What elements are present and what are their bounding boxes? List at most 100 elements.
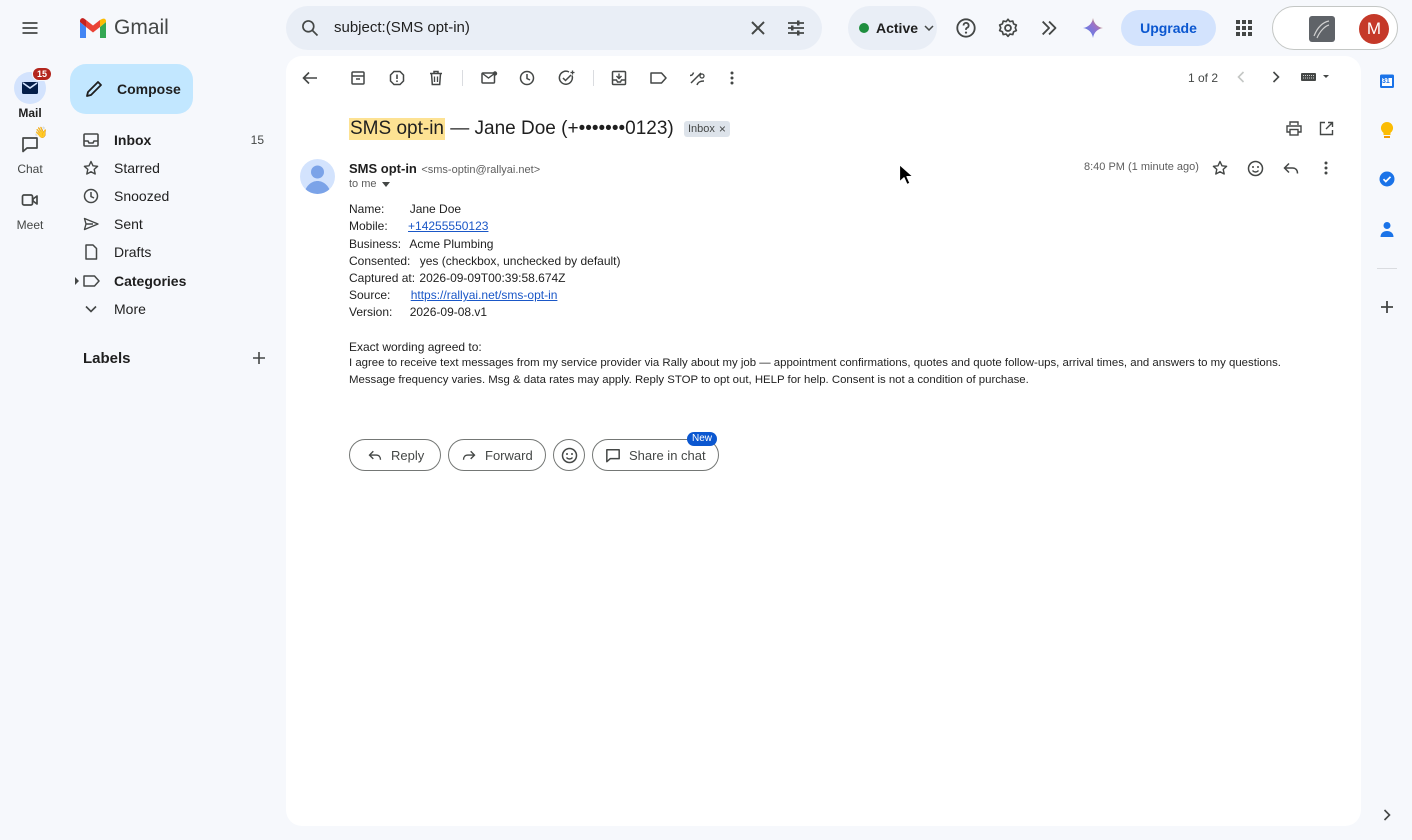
avatar[interactable]: M [1359,14,1389,44]
wave-emoji-icon: 👋 [34,127,48,139]
contacts-person-icon[interactable] [1376,218,1398,240]
pager-text: 1 of 2 [1188,71,1219,85]
filter-messages-icon[interactable] [687,68,707,88]
sidebar-item-drafts[interactable]: Drafts [70,238,280,266]
sidebar-item-starred[interactable]: Starred [70,154,280,182]
email-timestamp: 8:40 PM (1 minute ago) [1084,161,1199,173]
field-label: Captured at: [349,271,416,285]
mail-badge: 15 [32,67,53,81]
send-icon [83,217,99,231]
settings-gear-icon[interactable] [994,14,1022,42]
show-side-panel-chevron-icon[interactable] [1378,806,1396,824]
rail-chat[interactable]: 👋 Chat [0,127,60,176]
clear-search-icon[interactable] [746,16,770,40]
status-button[interactable]: Active [848,6,937,50]
gemini-star-icon[interactable] [1079,14,1107,42]
recipient-dropdown[interactable]: to me [349,178,390,190]
snooze-clock-icon[interactable] [517,68,537,88]
open-in-new-window-icon[interactable] [1316,118,1336,138]
add-reaction-emoji-icon[interactable] [1245,158,1265,178]
mark-unread-icon[interactable] [479,68,499,88]
subject-text: — Jane Doe (+•••••••0123) [444,118,674,139]
sidebar-item-inbox[interactable]: Inbox 15 [70,126,280,154]
reply-label: Reply [391,447,425,463]
star-icon[interactable] [1210,158,1230,178]
sidebar-item-label: Snoozed [114,188,170,204]
back-arrow-icon[interactable] [299,67,321,89]
field-value: 2026-09-08.v1 [409,305,488,319]
sidebar-item-label: More [114,301,146,317]
rail-meet-pill [14,184,46,216]
chevron-down-icon [85,305,97,313]
sidebar-item-categories[interactable]: Categories [70,267,280,295]
dropdown-arrow-icon [381,181,390,187]
reply-arrow-icon[interactable] [1281,158,1301,178]
wording-heading: Exact wording agreed to: [349,340,482,354]
sidebar-item-label: Sent [114,216,143,232]
field-value: Jane Doe [409,202,462,216]
move-to-icon[interactable] [609,68,629,88]
field-source: Source: https://rallyai.net/sms-opt-in [349,288,557,302]
main-menu-icon[interactable] [14,12,46,44]
reply-button[interactable]: Reply [349,439,441,471]
delete-trash-icon[interactable] [426,68,446,88]
wording-line-1: I agree to receive text messages from my… [349,357,1281,369]
calendar-day: 31 [1382,78,1390,85]
search-options-icon[interactable] [784,16,808,40]
mobile-link[interactable]: +14255550123 [408,219,488,233]
keep-lightbulb-icon[interactable] [1376,119,1398,141]
older-chevron-left-icon[interactable] [1231,67,1251,87]
more-vert-icon[interactable] [722,68,742,88]
forward-arrow-icon [462,450,476,460]
labels-heading: Labels [83,350,131,367]
archive-icon[interactable] [348,68,368,88]
label-tag-icon[interactable] [648,68,668,88]
sender-email: <sms-optin@rallyai.net> [421,164,541,176]
chat-bubble-icon [606,448,620,462]
upgrade-button[interactable]: Upgrade [1121,10,1216,46]
input-tools-keyboard-icon[interactable] [1298,68,1332,86]
clock-icon [83,188,99,204]
search-bar[interactable]: subject:(SMS opt-in) [286,6,822,50]
forward-button[interactable]: Forward [448,439,546,471]
search-input[interactable]: subject:(SMS opt-in) [334,19,470,36]
inbox-label-chip: Inbox × [684,121,730,137]
subject-highlight: SMS opt-in [349,118,445,140]
help-icon[interactable] [952,14,980,42]
calendar-icon[interactable]: 31 [1376,70,1398,92]
rail-meet[interactable]: Meet [0,184,60,232]
reply-arrow-icon [368,450,382,460]
account-switcher[interactable]: M [1272,6,1398,50]
rail-mail[interactable]: 15 Mail [0,67,60,120]
gemini-sparkle-outline-icon[interactable] [1036,14,1064,42]
remove-label-icon[interactable]: × [719,123,726,135]
organization-logo [1309,16,1335,42]
field-label: Name: [349,202,385,216]
rail-chat-pill: 👋 [14,127,48,160]
toolbar-divider [593,70,594,86]
add-label-icon[interactable] [249,348,269,368]
sidebar-item-more[interactable]: More [70,295,280,323]
field-name: Name: Jane Doe [349,202,461,216]
sender-avatar[interactable] [300,159,335,194]
add-to-tasks-icon[interactable] [557,68,577,88]
more-vert-icon[interactable] [1316,158,1336,178]
get-addons-plus-icon[interactable] [1376,296,1398,318]
report-spam-icon[interactable] [387,68,407,88]
search-icon[interactable] [298,16,322,40]
print-icon[interactable] [1284,118,1304,138]
compose-button[interactable]: Compose [70,64,193,114]
draft-file-icon [85,244,98,260]
star-icon [83,160,99,175]
apps-grid-icon[interactable] [1230,14,1258,42]
chevron-down-icon [924,25,934,31]
source-link[interactable]: https://rallyai.net/sms-opt-in [411,288,558,302]
sidebar-item-sent[interactable]: Sent [70,210,280,238]
sidebar-item-snoozed[interactable]: Snoozed [70,182,280,210]
tasks-check-icon[interactable] [1376,168,1398,190]
gmail-logo[interactable]: Gmail [78,14,169,42]
sender-name[interactable]: SMS opt-in [349,161,417,176]
emoji-reaction-button[interactable] [553,439,585,471]
pencil-icon [86,81,102,97]
newer-chevron-right-icon[interactable] [1266,67,1286,87]
